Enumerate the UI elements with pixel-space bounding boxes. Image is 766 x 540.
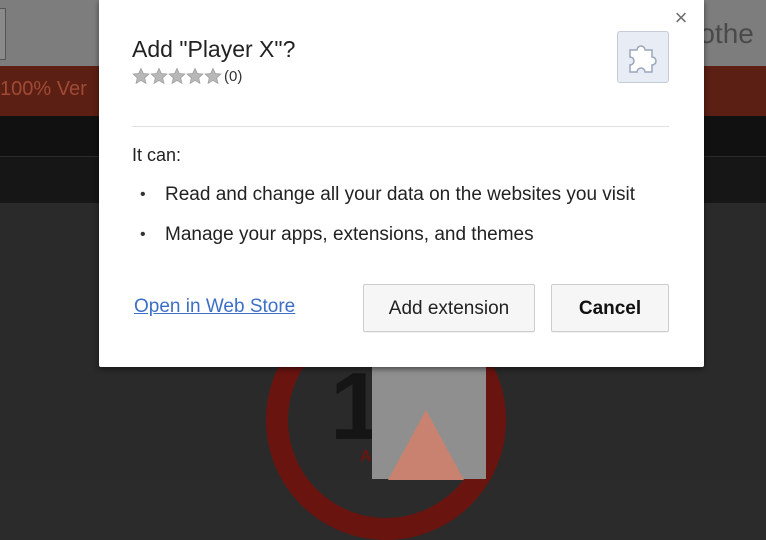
open-in-web-store-link[interactable]: Open in Web Store bbox=[134, 296, 295, 318]
permission-text: Manage your apps, extensions, and themes bbox=[165, 224, 534, 245]
add-extension-button[interactable]: Add extension bbox=[363, 284, 535, 332]
star-icon bbox=[150, 67, 168, 85]
star-icon bbox=[204, 67, 222, 85]
permission-text: Read and change all your data on the web… bbox=[165, 184, 636, 205]
puzzle-piece-icon bbox=[617, 31, 669, 83]
cancel-button[interactable]: Cancel bbox=[551, 284, 669, 332]
star-icon bbox=[186, 67, 204, 85]
permissions-list: • Read and change all your data on the w… bbox=[132, 180, 635, 260]
star-icon bbox=[132, 67, 150, 85]
bullet: • bbox=[140, 186, 146, 203]
background-banner-text: 100% Ver bbox=[0, 78, 87, 100]
permission-item: • Read and change all your data on the w… bbox=[132, 180, 635, 220]
permissions-heading: It can: bbox=[132, 145, 182, 165]
dialog-divider bbox=[132, 126, 669, 127]
star-icon bbox=[168, 67, 186, 85]
add-extension-dialog: × Add "Player X"? (0) It can: • Read and… bbox=[99, 0, 704, 367]
permission-item: • Manage your apps, extensions, and them… bbox=[132, 220, 635, 260]
rating-stars bbox=[132, 67, 222, 85]
background-box bbox=[0, 8, 6, 60]
background-triangle-shape bbox=[388, 410, 464, 480]
rating-count: (0) bbox=[224, 67, 243, 85]
bullet: • bbox=[140, 226, 146, 243]
dialog-title: Add "Player X"? bbox=[132, 36, 296, 62]
rating: (0) bbox=[132, 66, 242, 86]
close-icon[interactable]: × bbox=[670, 6, 692, 30]
